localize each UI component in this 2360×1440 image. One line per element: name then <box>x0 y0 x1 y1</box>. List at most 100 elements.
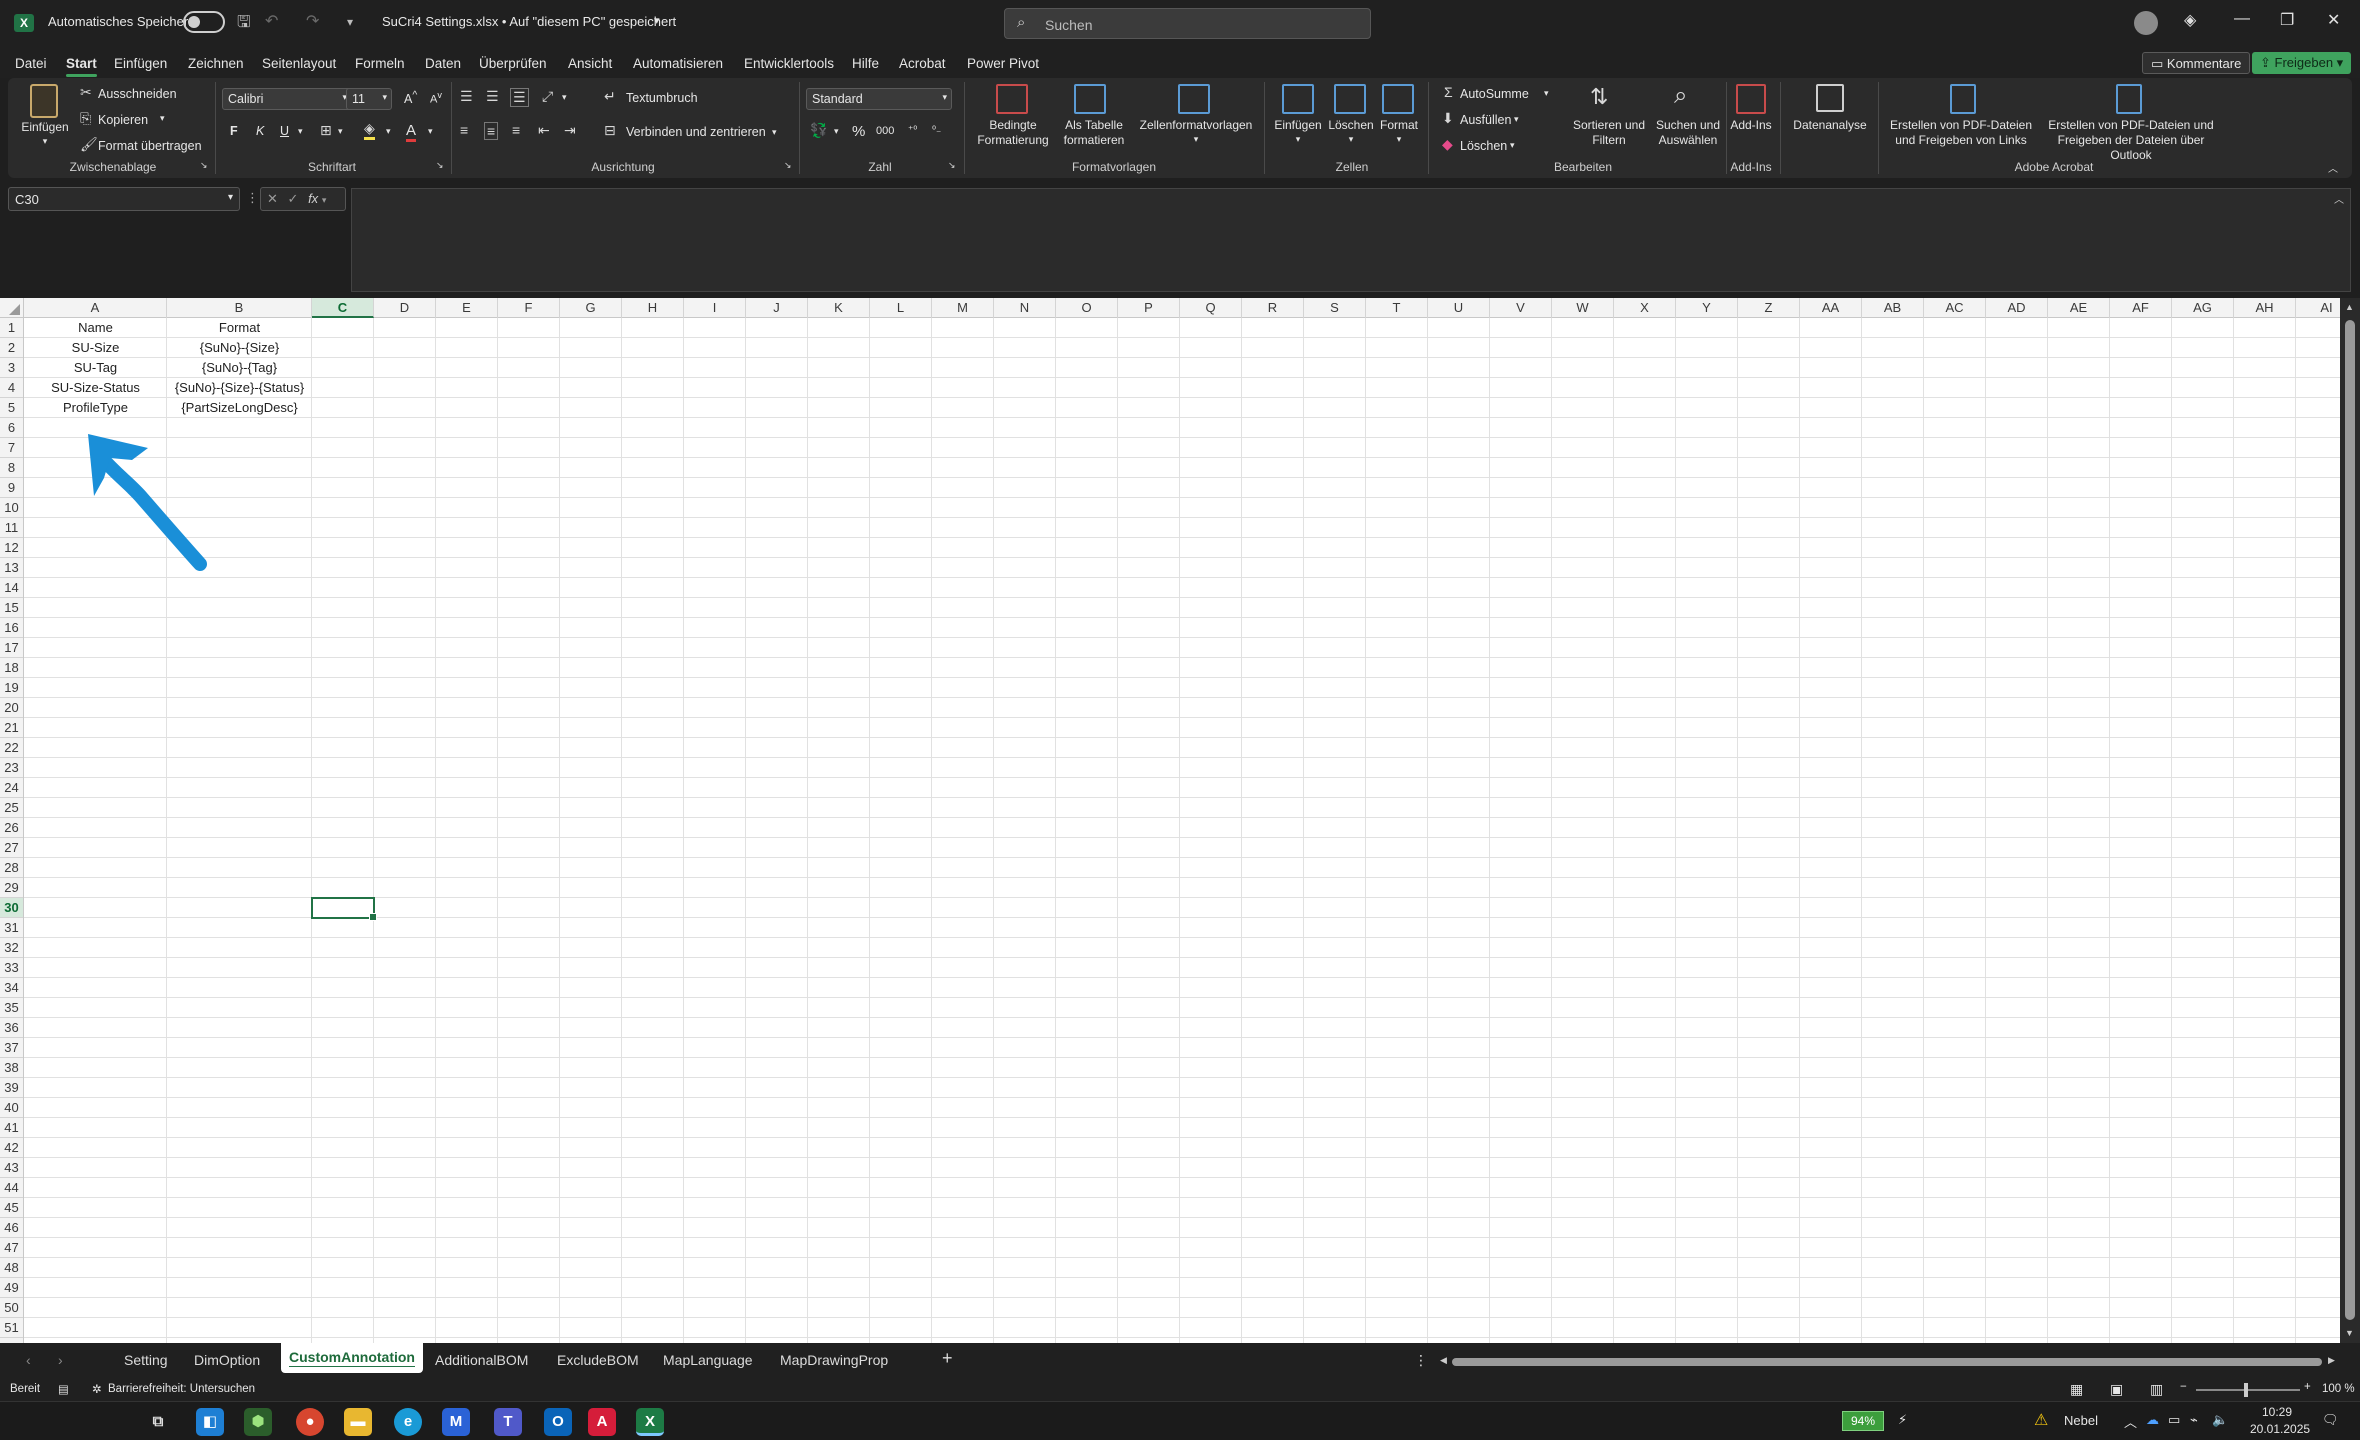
cell-b4[interactable]: {SuNo}-{Size}-{Status} <box>167 378 312 398</box>
wrap-text-button[interactable]: Textumbruch <box>626 91 698 105</box>
row-header-6[interactable]: 6 <box>0 418 23 438</box>
clear-button[interactable]: Löschen <box>1460 139 1507 153</box>
row-header-8[interactable]: 8 <box>0 458 23 478</box>
align-middle-icon[interactable]: ☰ <box>486 88 499 105</box>
insert-cells-button[interactable]: Einfügen <box>1272 118 1324 133</box>
vertical-scrollbar[interactable]: ▲ ▼ <box>2340 298 2360 1343</box>
font-color-chevron-icon[interactable]: ▾ <box>428 126 433 137</box>
customize-quick-access-icon[interactable]: ▾ <box>347 15 353 29</box>
autosum-button[interactable]: AutoSumme <box>1460 87 1529 101</box>
undo-icon[interactable]: ↶ <box>265 11 278 31</box>
row-header-41[interactable]: 41 <box>0 1118 23 1138</box>
accessibility-status[interactable]: Barrierefreiheit: Untersuchen <box>108 1383 255 1395</box>
acrobat-icon[interactable]: A <box>588 1408 616 1436</box>
format-cells-chevron-icon[interactable]: ▾ <box>1374 132 1424 147</box>
column-header-aa[interactable]: AA <box>1800 298 1862 318</box>
column-header-n[interactable]: N <box>994 298 1056 318</box>
column-header-ab[interactable]: AB <box>1862 298 1924 318</box>
menu-item-entwicklertools[interactable]: Entwicklertools <box>744 56 834 71</box>
volume-icon[interactable]: 🔈 <box>2212 1412 2228 1428</box>
clock-date[interactable]: 20.01.2025 <box>2250 1422 2310 1436</box>
confirm-entry-icon[interactable]: ✓ <box>288 191 299 206</box>
row-header-44[interactable]: 44 <box>0 1178 23 1198</box>
cells-area[interactable]: Name Format SU-Size {SuNo}-{Size} SU-Tag {SuN… <box>24 318 2340 1343</box>
row-header-16[interactable]: 16 <box>0 618 23 638</box>
row-header-9[interactable]: 9 <box>0 478 23 498</box>
row-header-20[interactable]: 20 <box>0 698 23 718</box>
row-header-51[interactable]: 51 <box>0 1318 23 1338</box>
menu-item-ansicht[interactable]: Ansicht <box>568 56 612 71</box>
row-header-10[interactable]: 10 <box>0 498 23 518</box>
column-header-b[interactable]: B <box>167 298 312 318</box>
collapse-ribbon-icon[interactable]: ︿ <box>2328 160 2338 175</box>
comments-button[interactable]: ▭ Kommentare <box>2142 52 2251 74</box>
font-name-select[interactable]: Calibri ▾ <box>222 88 352 110</box>
italic-button[interactable]: K <box>256 124 264 138</box>
autosave-toggle[interactable] <box>183 11 225 33</box>
format-as-table-button[interactable]: Als Tabelle formatieren <box>1054 118 1134 148</box>
cell-a2[interactable]: SU-Size <box>24 338 167 358</box>
cell-b3[interactable]: {SuNo}-{Tag} <box>167 358 312 378</box>
column-header-p[interactable]: P <box>1118 298 1180 318</box>
tab-scroll-right-icon[interactable]: › <box>58 1352 63 1368</box>
tab-scroll-left-icon[interactable]: ‹ <box>26 1352 31 1368</box>
zoom-out-icon[interactable]: − <box>2180 1381 2187 1393</box>
app-icon-green[interactable]: ⬢ <box>244 1408 272 1436</box>
diamond-icon[interactable]: ◈ <box>2184 10 2196 30</box>
row-header-30[interactable]: 30 <box>0 898 23 918</box>
copy-button[interactable]: Kopieren <box>98 113 148 127</box>
autosum-chevron-icon[interactable]: ▾ <box>1544 88 1549 99</box>
scroll-right-icon[interactable]: ▶ <box>2328 1355 2335 1366</box>
find-select-button[interactable]: Suchen und Auswählen <box>1648 118 1728 148</box>
row-header-21[interactable]: 21 <box>0 718 23 738</box>
increase-indent-icon[interactable]: ⇥ <box>564 122 576 139</box>
cell-styles-button[interactable]: Zellenformatvorlagen <box>1138 118 1254 133</box>
cancel-entry-icon[interactable]: ✕ <box>267 191 278 206</box>
page-break-view-icon[interactable]: ▥ <box>2150 1381 2163 1398</box>
row-header-33[interactable]: 33 <box>0 958 23 978</box>
column-header-k[interactable]: K <box>808 298 870 318</box>
column-header-a[interactable]: A <box>24 298 167 318</box>
cell-b5[interactable]: {PartSizeLongDesc} <box>167 398 312 418</box>
paste-button[interactable]: Einfügen <box>20 120 70 135</box>
column-header-w[interactable]: W <box>1552 298 1614 318</box>
row-header-49[interactable]: 49 <box>0 1278 23 1298</box>
row-header-35[interactable]: 35 <box>0 998 23 1018</box>
collapse-formula-icon[interactable]: ︿ <box>2334 191 2344 206</box>
battery-indicator[interactable]: 94% <box>1842 1411 1884 1431</box>
power-icon[interactable]: ⌁ <box>2190 1412 2198 1428</box>
column-header-ae[interactable]: AE <box>2048 298 2110 318</box>
cell-styles-chevron-icon[interactable]: ▾ <box>1138 132 1254 147</box>
app-icon-m[interactable]: M <box>442 1408 470 1436</box>
column-header-i[interactable]: I <box>684 298 746 318</box>
column-header-h[interactable]: H <box>622 298 684 318</box>
decrease-indent-icon[interactable]: ⇤ <box>538 122 550 139</box>
align-top-icon[interactable]: ☰ <box>460 88 473 105</box>
column-header-x[interactable]: X <box>1614 298 1676 318</box>
column-header-o[interactable]: O <box>1056 298 1118 318</box>
column-header-m[interactable]: M <box>932 298 994 318</box>
cell-a3[interactable]: SU-Tag <box>24 358 167 378</box>
row-header-15[interactable]: 15 <box>0 598 23 618</box>
increase-decimal-icon[interactable]: ⁺⁰ <box>908 125 917 136</box>
menu-item-daten[interactable]: Daten <box>425 56 461 71</box>
font-size-select[interactable]: 11 ▾ <box>346 88 392 110</box>
row-header-14[interactable]: 14 <box>0 578 23 598</box>
zoom-level[interactable]: 100 % <box>2322 1383 2355 1395</box>
row-header-27[interactable]: 27 <box>0 838 23 858</box>
cell-a5[interactable]: ProfileType <box>24 398 167 418</box>
row-header-28[interactable]: 28 <box>0 858 23 878</box>
zoom-slider[interactable] <box>2196 1383 2300 1397</box>
column-header-u[interactable]: U <box>1428 298 1490 318</box>
name-box[interactable]: C30 ▾ <box>8 187 240 211</box>
shrink-font-icon[interactable]: Av <box>430 90 442 106</box>
create-pdf-links-button[interactable]: Erstellen von PDF-Dateien und Freigeben … <box>1886 118 2036 148</box>
orientation-icon[interactable]: ⤢ <box>542 88 553 105</box>
column-header-j[interactable]: J <box>746 298 808 318</box>
restore-icon[interactable]: ❐ <box>2280 10 2294 30</box>
horizontal-scrollbar[interactable]: ◀ ▶ <box>1440 1355 2340 1367</box>
row-header-13[interactable]: 13 <box>0 558 23 578</box>
menu-item-formeln[interactable]: Formeln <box>355 56 405 71</box>
number-launcher-icon[interactable]: ↘ <box>948 160 956 171</box>
column-header-e[interactable]: E <box>436 298 498 318</box>
